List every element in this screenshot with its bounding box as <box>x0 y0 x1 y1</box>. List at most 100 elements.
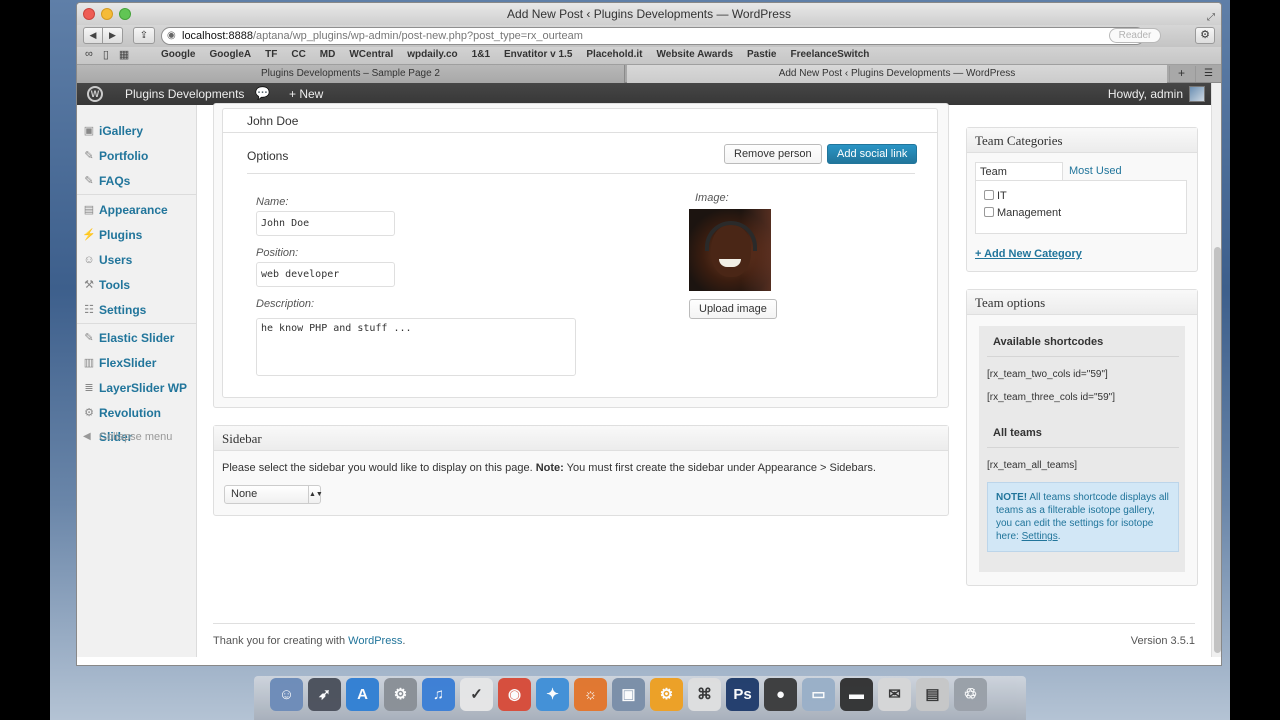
bookmark-item[interactable]: wpdaily.co <box>407 49 457 60</box>
pin-icon: ✎ <box>84 175 94 187</box>
wordpress-logo-icon[interactable]: W <box>87 86 103 102</box>
category-item-it[interactable]: IT <box>984 190 1007 202</box>
sidebar-item-label: Users <box>99 253 133 267</box>
photoshop-icon[interactable]: Ps <box>726 678 759 711</box>
bookmark-item[interactable]: WCentral <box>349 49 393 60</box>
mail-stamp-icon[interactable]: ✉ <box>878 678 911 711</box>
page-scrollbar[interactable] <box>1211 83 1221 657</box>
tab-all-categories[interactable]: Team Categories <box>975 162 1063 197</box>
bookmark-item[interactable]: GoogleA <box>209 49 251 60</box>
bookmark-item[interactable]: FreelanceSwitch <box>790 49 869 60</box>
bookmark-item[interactable]: TF <box>265 49 277 60</box>
team-options-box: Team options Available shortcodes [rx_te… <box>966 289 1198 586</box>
tab-sample-page[interactable]: Plugins Developments – Sample Page 2 <box>77 65 625 83</box>
new-tab-icon[interactable]: + <box>1169 66 1193 82</box>
bookmark-item[interactable]: Envatitor v 1.5 <box>504 49 572 60</box>
system-preferences-icon[interactable]: ⚙ <box>384 678 417 711</box>
sidebar-item-settings[interactable]: ☷ Settings <box>77 298 197 322</box>
trash-icon[interactable]: ♲ <box>954 678 987 711</box>
upload-image-button[interactable]: Upload image <box>689 299 777 319</box>
sidebar-item-layerslider[interactable]: ≣ LayerSlider WP <box>77 376 197 400</box>
sidebar-item-revolution-slider[interactable]: ⚙ Revolution Slider <box>77 401 197 444</box>
sidebar-box-title[interactable]: Sidebar <box>214 426 948 451</box>
bookmark-item[interactable]: Placehold.it <box>586 49 642 60</box>
collapse-menu-button[interactable]: ◀ Collapse menu <box>77 431 197 443</box>
folder-icon[interactable]: ▭ <box>802 678 835 711</box>
admin-bar-howdy[interactable]: Howdy, admin <box>1108 87 1183 101</box>
sidebar-item-plugins[interactable]: ⚡ Plugins <box>77 223 197 247</box>
tab-list-icon[interactable]: ☰ <box>1195 66 1221 82</box>
document-icon[interactable]: ▤ <box>916 678 949 711</box>
app-store-icon[interactable]: A <box>346 678 379 711</box>
bookmark-item[interactable]: MD <box>320 49 336 60</box>
back-button[interactable]: ◀ <box>83 27 103 44</box>
admin-bar-site-name[interactable]: Plugins Developments <box>125 87 244 101</box>
settings-gear-icon[interactable]: ⚙ <box>650 678 683 711</box>
admin-bar-new[interactable]: + New <box>289 87 323 101</box>
sidebar-item-igallery[interactable]: ▣ iGallery <box>77 119 197 143</box>
scrollbar-thumb[interactable] <box>1214 247 1221 653</box>
safari-icon[interactable]: ✦ <box>536 678 569 711</box>
recorder-icon[interactable]: ● <box>764 678 797 711</box>
firefox-icon[interactable]: ☼ <box>574 678 607 711</box>
utility-icon[interactable]: ⌘ <box>688 678 721 711</box>
sidebar-item-tools[interactable]: ⚒ Tools <box>77 273 197 297</box>
description-textarea[interactable]: he know PHP and stuff ... <box>256 318 576 376</box>
reminders-icon[interactable]: ✓ <box>460 678 493 711</box>
forward-button[interactable]: ▶ <box>103 27 123 44</box>
sidebar-item-faqs[interactable]: ✎ FAQs <box>77 169 197 193</box>
preview-icon[interactable]: ▣ <box>612 678 645 711</box>
team-options-title[interactable]: Team options <box>967 290 1197 315</box>
add-new-category-link[interactable]: + Add New Category <box>975 248 1082 260</box>
sidebar-item-flexslider[interactable]: ▥ FlexSlider <box>77 351 197 375</box>
sidebar-item-appearance[interactable]: ▤ Appearance <box>77 198 197 222</box>
available-shortcodes-heading: Available shortcodes <box>993 336 1104 348</box>
finder-icon[interactable]: ☺ <box>270 678 303 711</box>
name-input[interactable]: John Doe <box>256 211 395 236</box>
remove-person-button[interactable]: Remove person <box>724 144 822 164</box>
person-card: John Doe Options Remove person Add socia… <box>222 108 938 398</box>
divider <box>987 447 1179 448</box>
gear-icon[interactable]: ⚙ <box>1195 27 1215 44</box>
bookmarks-book-icon[interactable]: ▯ <box>103 48 109 61</box>
sidebar-select[interactable]: None ▲▼ <box>224 485 323 504</box>
bookmark-item[interactable]: Pastie <box>747 49 776 60</box>
tab-add-new-post[interactable]: Add New Post ‹ Plugins Developments — Wo… <box>627 65 1167 83</box>
position-label: Position: <box>256 247 299 259</box>
chrome-icon[interactable]: ◉ <box>498 678 531 711</box>
bookmark-item[interactable]: 1&1 <box>472 49 490 60</box>
address-bar[interactable]: ◉ localhost:8888/aptana/wp_plugins/wp-ad… <box>161 27 1145 45</box>
sidebar-item-users[interactable]: ☺ Users <box>77 248 197 272</box>
reading-list-icon[interactable]: ∞ <box>85 48 93 61</box>
avatar[interactable] <box>1189 86 1205 102</box>
checkbox[interactable] <box>984 207 994 217</box>
bookmark-item[interactable]: Google <box>161 49 195 60</box>
person-header[interactable]: John Doe <box>223 109 937 133</box>
close-window-button[interactable] <box>83 8 95 20</box>
itunes-icon[interactable]: ♫ <box>422 678 455 711</box>
bookmark-item[interactable]: CC <box>291 49 305 60</box>
sidebar-description: Please select the sidebar you would like… <box>222 462 876 474</box>
dock-icons: ☺ ➶ A ⚙ ♫ ✓ ◉ ✦ ☼ ▣ ⚙ ⌘ Ps ● ▭ ▬ ✉ ▤ ♲ <box>270 678 987 711</box>
sidebar-item-elastic-slider[interactable]: ✎ Elastic Slider <box>77 326 197 350</box>
add-social-link-button[interactable]: Add social link <box>827 144 918 164</box>
category-item-management[interactable]: Management <box>984 207 1061 219</box>
reader-button[interactable]: Reader <box>1109 28 1161 43</box>
share-button[interactable]: ⇪ <box>133 27 155 44</box>
team-categories-title[interactable]: Team Categories <box>967 128 1197 153</box>
minimize-window-button[interactable] <box>101 8 113 20</box>
plug-icon: ⚡ <box>82 229 96 241</box>
sidebar-item-portfolio[interactable]: ✎ Portfolio <box>77 144 197 168</box>
wordpress-link[interactable]: WordPress <box>348 635 402 647</box>
settings-link[interactable]: Settings <box>1022 531 1058 542</box>
position-input[interactable]: web developer <box>256 262 395 287</box>
bookmark-item[interactable]: Website Awards <box>657 49 734 60</box>
zoom-window-button[interactable] <box>119 8 131 20</box>
image-label: Image: <box>695 192 729 204</box>
top-sites-grid-icon[interactable]: ▦ <box>119 48 129 61</box>
tab-most-used[interactable]: Most Used <box>1069 162 1139 182</box>
checkbox[interactable] <box>984 190 994 200</box>
terminal-icon[interactable]: ▬ <box>840 678 873 711</box>
comment-bubble-icon[interactable]: 💬 <box>255 86 270 100</box>
launchpad-rocket-icon[interactable]: ➶ <box>308 678 341 711</box>
